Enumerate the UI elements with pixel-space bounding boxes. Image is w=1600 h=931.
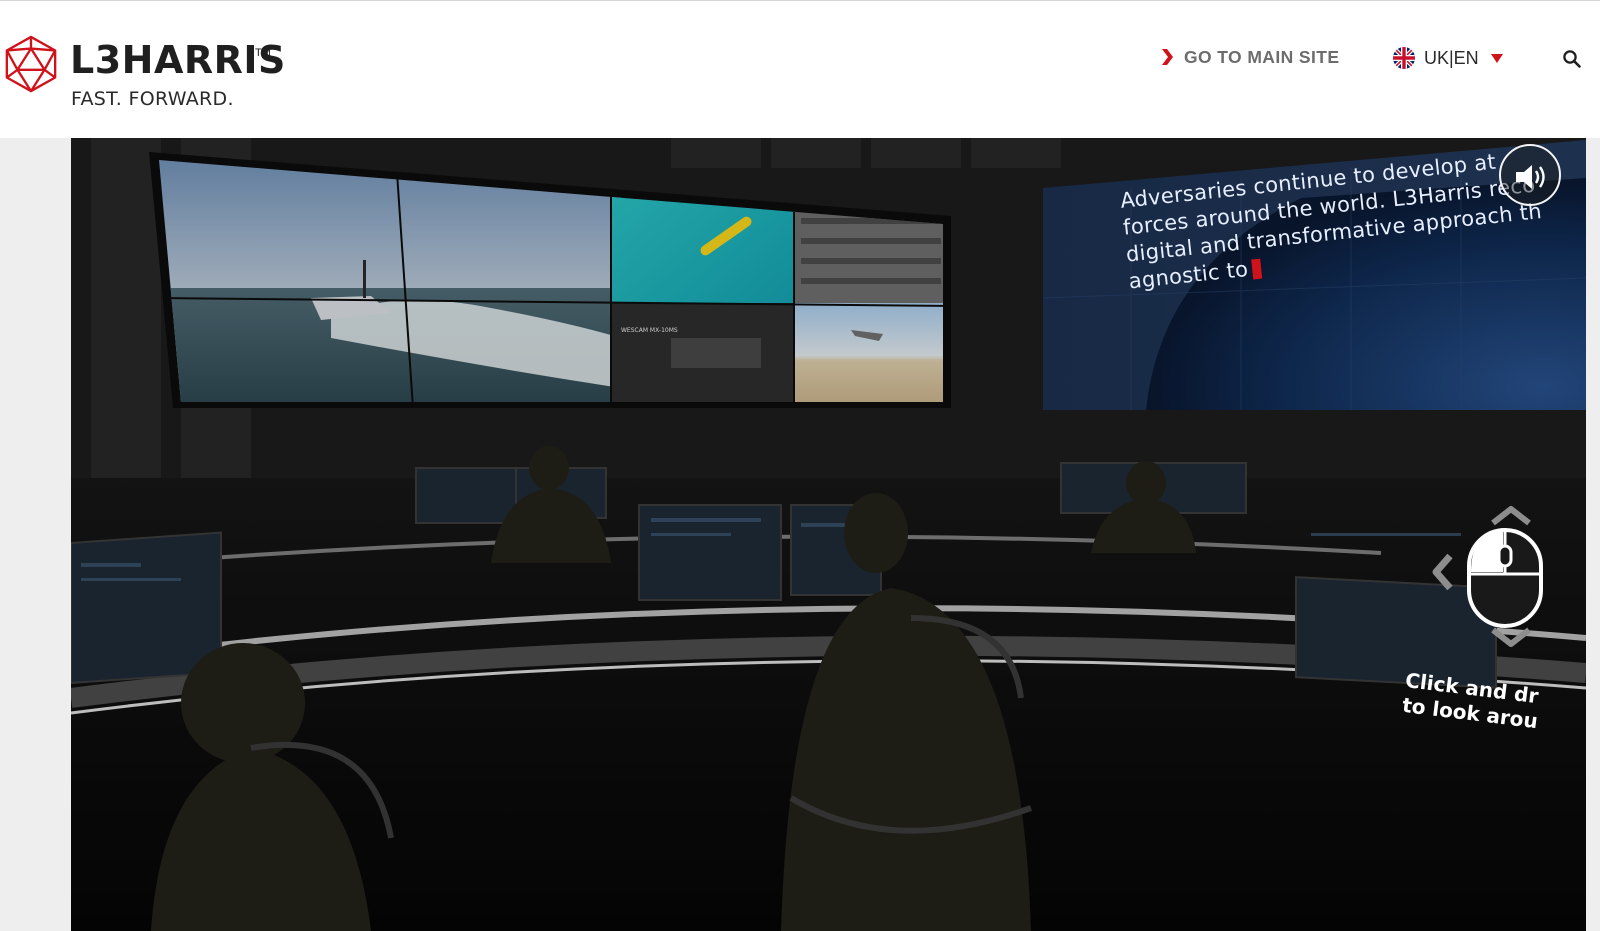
l3harris-logo[interactable]: L3HARRIS TM FAST. FORWARD.	[0, 33, 285, 113]
go-to-main-site-link[interactable]: GO TO MAIN SITE	[1160, 46, 1339, 68]
sound-toggle-button[interactable]	[1499, 144, 1561, 206]
virtual-tour-viewport[interactable]: WESCAM MX-10MS Adversaries continue to d…	[71, 138, 1586, 931]
logo-wordmark: L3HARRIS	[70, 38, 286, 82]
text-cursor	[1251, 258, 1263, 280]
speaker-volume-icon	[1516, 165, 1545, 189]
site-header: L3HARRIS TM FAST. FORWARD. GO TO MAIN SI…	[0, 0, 1600, 138]
main-site-label: GO TO MAIN SITE	[1184, 46, 1340, 67]
chevron-left-icon[interactable]	[1428, 553, 1458, 591]
caret-down-icon	[1490, 54, 1503, 63]
logo-icosahedron-icon	[5, 35, 57, 93]
logo-tagline: FAST. FORWARD.	[71, 88, 234, 110]
logo-trademark: TM	[255, 47, 271, 59]
language-label: UK|EN	[1424, 47, 1479, 68]
language-selector[interactable]: UK|EN	[1393, 46, 1503, 70]
uk-flag-icon	[1393, 47, 1415, 69]
search-icon[interactable]	[1562, 49, 1582, 69]
chevron-right-icon	[1162, 49, 1173, 65]
mouse-drag-icon	[1467, 528, 1543, 628]
chevron-up-icon[interactable]	[1489, 503, 1533, 527]
